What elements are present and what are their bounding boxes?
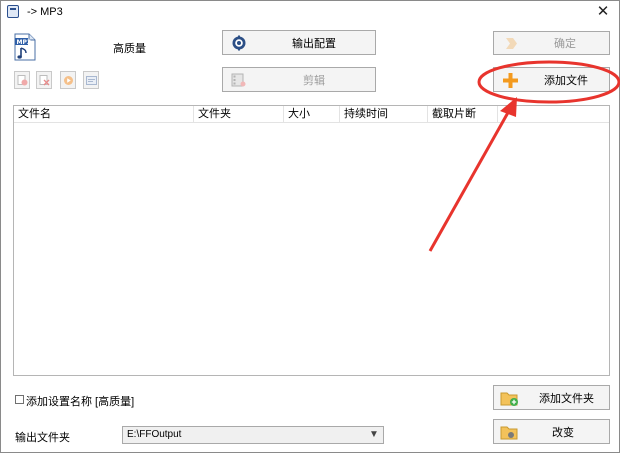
profile-quality-label: 高质量 (113, 43, 146, 55)
clear-list-icon (39, 75, 50, 86)
window-title: -> MP3 (27, 6, 63, 18)
add-folder-label: 添加文件夹 (539, 392, 594, 405)
plus-icon (503, 73, 518, 88)
mp3-file-icon: MP3 (14, 33, 36, 61)
confirm-label: 确定 (554, 38, 576, 50)
add-folder-button[interactable]: 添加文件夹 (493, 385, 610, 410)
column-header-folder[interactable]: 文件夹 (194, 106, 284, 122)
svg-text:MP3: MP3 (17, 39, 32, 46)
folder-icon (500, 426, 518, 440)
output-folder-label: 输出文件夹 (15, 432, 70, 444)
output-folder-value: E:\FFOutput (127, 429, 182, 440)
film-edit-icon (231, 73, 246, 87)
converter-window: -> MP3 ✕ MP3 高质量 输出配置 确定 剪辑 添加文件 文件名 文件夹… (0, 0, 620, 453)
change-label: 改变 (552, 426, 574, 439)
play-icon (64, 76, 73, 85)
media-info-icon (86, 76, 97, 85)
output-config-button[interactable]: 输出配置 (222, 30, 376, 55)
edit-button[interactable]: 剪辑 (222, 67, 376, 92)
folder-add-icon (500, 392, 518, 406)
confirm-button[interactable]: 确定 (493, 31, 610, 55)
add-profile-name-label: 添加设置名称 [高质量] (26, 396, 135, 408)
remove-file-button[interactable] (14, 71, 30, 89)
file-list[interactable]: 文件名 文件夹 大小 持续时间 截取片断 (13, 105, 610, 376)
chevron-down-icon[interactable]: ▼ (368, 429, 380, 441)
column-header-filename[interactable]: 文件名 (14, 106, 194, 122)
play-button[interactable] (60, 71, 76, 89)
add-profile-name-checkbox[interactable] (15, 395, 24, 404)
arrow-right-icon (506, 38, 517, 49)
add-file-button[interactable]: 添加文件 (493, 67, 610, 92)
file-list-header: 文件名 文件夹 大小 持续时间 截取片断 (14, 106, 609, 123)
media-info-button[interactable] (83, 71, 99, 89)
add-file-label: 添加文件 (544, 74, 588, 87)
column-header-clip[interactable]: 截取片断 (428, 106, 498, 122)
close-icon[interactable]: ✕ (595, 3, 611, 19)
column-header-duration[interactable]: 持续时间 (340, 106, 428, 122)
clear-list-button[interactable] (36, 71, 52, 89)
gear-icon (232, 35, 246, 51)
title-bar: -> MP3 ✕ (1, 1, 619, 23)
remove-file-icon (17, 75, 28, 86)
output-config-label: 输出配置 (292, 37, 336, 50)
output-folder-select[interactable]: E:\FFOutput ▼ (122, 426, 384, 444)
column-header-size[interactable]: 大小 (284, 106, 340, 122)
edit-label: 剪辑 (303, 74, 325, 87)
change-button[interactable]: 改变 (493, 419, 610, 444)
app-icon (7, 5, 19, 18)
